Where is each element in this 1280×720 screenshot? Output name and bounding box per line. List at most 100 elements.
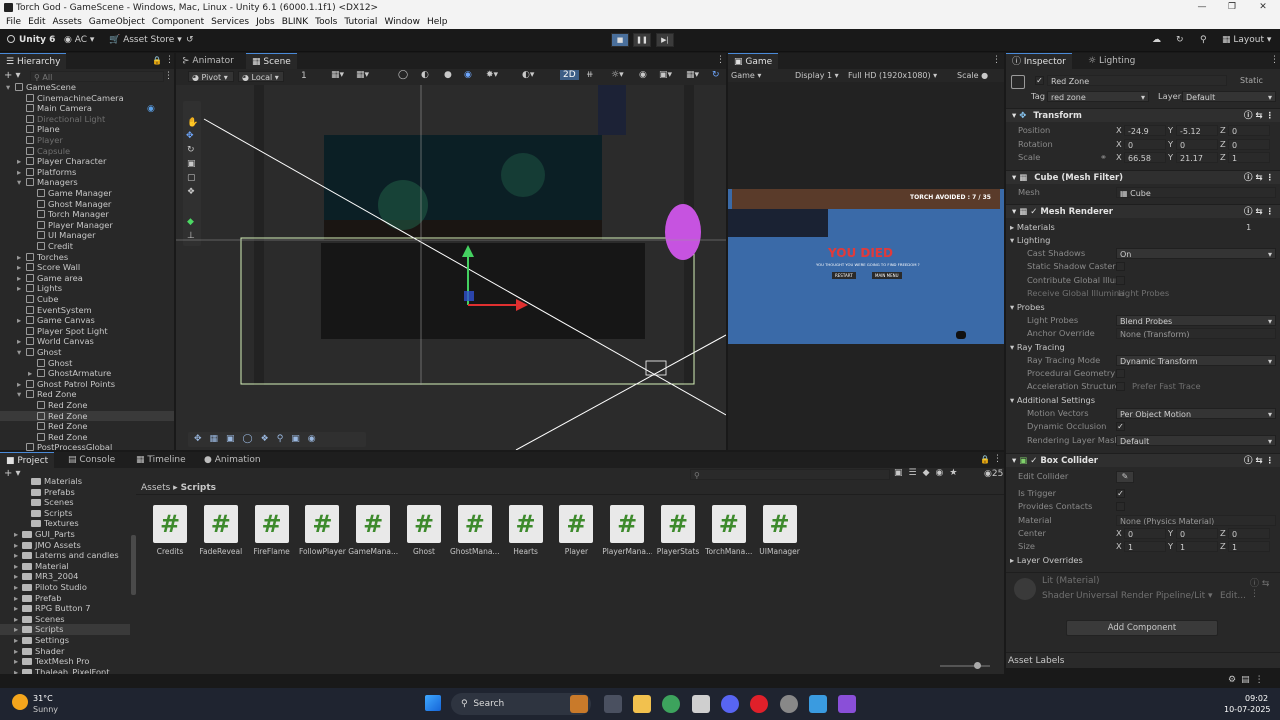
- folder-item[interactable]: ▸ Piloto Studio: [0, 582, 130, 593]
- weather-icon[interactable]: [12, 694, 28, 710]
- folder-scrollbar[interactable]: [131, 535, 136, 595]
- resolution-dropdown[interactable]: Full HD (1920x1080) ▾: [848, 69, 937, 82]
- camera-visibility-icon[interactable]: ◉: [147, 104, 155, 114]
- scale-x-input[interactable]: 66.58: [1124, 152, 1166, 163]
- foldout-arrow-icon[interactable]: ▸: [17, 156, 26, 167]
- panel-menu-icon[interactable]: ⋮: [1270, 55, 1279, 65]
- foldout-arrow-icon[interactable]: ▾: [17, 347, 26, 358]
- chrome-icon[interactable]: [662, 695, 680, 713]
- start-button[interactable]: [425, 695, 441, 711]
- tag-dropdown[interactable]: red zone ▾: [1047, 91, 1149, 102]
- hierarchy-item[interactable]: ▾ Red Zone: [0, 389, 174, 400]
- search-icon[interactable]: ⚲: [1200, 35, 1207, 45]
- foldout-arrow-icon[interactable]: ▸: [17, 273, 26, 284]
- project-search-input[interactable]: ⚲: [690, 469, 890, 480]
- foldout-arrow-icon[interactable]: ▸: [17, 379, 26, 390]
- folder-item[interactable]: Textures: [0, 518, 130, 529]
- hierarchy-item[interactable]: Player Spot Light: [0, 326, 174, 337]
- script-asset[interactable]: # Player: [551, 505, 601, 556]
- size-x-input[interactable]: 1: [1124, 541, 1166, 552]
- transform-header[interactable]: ▾ ✥ Transform ⓘ ⇆ ⋮: [1006, 108, 1280, 122]
- scale-z-input[interactable]: 1: [1228, 152, 1270, 163]
- tab-timeline[interactable]: ▦ Timeline: [130, 452, 192, 468]
- foldout-arrow-icon[interactable]: ▸: [17, 336, 26, 347]
- folder-item[interactable]: ▸ Settings: [0, 635, 130, 646]
- hierarchy-item[interactable]: Plane: [0, 124, 174, 135]
- folder-item[interactable]: ▸ Prefab: [0, 593, 130, 604]
- grid-icon[interactable]: ▦▾: [331, 70, 344, 80]
- foldout-arrow-icon[interactable]: ▸: [17, 252, 26, 263]
- script-asset[interactable]: # FireFlame: [247, 505, 297, 556]
- active-checkbox[interactable]: ✓: [1035, 76, 1044, 85]
- asset-store-button[interactable]: 🛒 Asset Store ▾: [109, 35, 182, 45]
- scale-slider[interactable]: Scale ●: [957, 69, 988, 82]
- game-viewport[interactable]: TORCH AVOIDED : 7 / 35 YOU DIED YOU THOU…: [728, 189, 1004, 344]
- folder-item[interactable]: ▸ Scripts: [0, 624, 130, 635]
- foldout-arrow-icon[interactable]: ▸: [17, 283, 26, 294]
- foldout-arrow-icon[interactable]: ▾: [17, 177, 26, 188]
- unity-account-button[interactable]: Unity 6: [7, 35, 55, 45]
- foldout-arrow-icon[interactable]: ▾: [6, 82, 15, 93]
- panel-menu-icon[interactable]: ⋮: [993, 454, 1002, 464]
- account-dropdown[interactable]: ◉ AC ▾: [64, 35, 94, 45]
- folder-item[interactable]: ▸ TextMesh Pro: [0, 656, 130, 667]
- global-orbit-icon[interactable]: ◯: [398, 70, 408, 80]
- hierarchy-item[interactable]: ▸ Game Canvas: [0, 315, 174, 326]
- foldout-arrow-icon[interactable]: ▸: [14, 624, 22, 635]
- procedural-checkbox[interactable]: [1116, 369, 1125, 378]
- hierarchy-item[interactable]: ▾ GameScene: [0, 82, 174, 93]
- foldout-arrow-icon[interactable]: ▸: [14, 603, 22, 614]
- hierarchy-item[interactable]: Torch Manager: [0, 209, 174, 220]
- folder-item[interactable]: ▸ MR3_2004: [0, 571, 130, 582]
- status-icons[interactable]: ⚙▤⋮: [1228, 675, 1269, 685]
- cloud-icon[interactable]: ☁: [1152, 35, 1161, 45]
- local-dropdown[interactable]: ◕ Local ▾: [238, 71, 284, 82]
- hierarchy-item[interactable]: ▸ Platforms: [0, 167, 174, 178]
- hierarchy-item[interactable]: Ghost Manager: [0, 199, 174, 210]
- hierarchy-item[interactable]: Capsule: [0, 146, 174, 157]
- task-view-icon[interactable]: [604, 695, 622, 713]
- snap-increment[interactable]: 1: [301, 71, 307, 81]
- folder-item[interactable]: ▸ GUI_Parts: [0, 529, 130, 540]
- menu-help[interactable]: Help: [426, 17, 449, 27]
- app-icon[interactable]: [570, 695, 588, 713]
- hierarchy-item[interactable]: ▸ Player Character: [0, 156, 174, 167]
- rotation-z-input[interactable]: 0: [1228, 138, 1270, 150]
- hierarchy-item[interactable]: CinemachineCamera: [0, 93, 174, 104]
- tilemap-icon[interactable]: ✥▦▣◯❖⚲▣◉: [194, 434, 324, 444]
- draw-mode-icon[interactable]: ◐▾: [522, 70, 534, 80]
- mode-2d-toggle[interactable]: 2D: [560, 70, 579, 80]
- restart-button[interactable]: RESTART: [832, 272, 856, 279]
- discord-icon[interactable]: [721, 695, 739, 713]
- filter-icons[interactable]: ▣☰◆◉★: [894, 468, 963, 478]
- hierarchy-item[interactable]: ▸ Ghost Patrol Points: [0, 379, 174, 390]
- display-dropdown[interactable]: Display 1 ▾: [795, 69, 839, 82]
- breadcrumb-assets[interactable]: Assets: [141, 483, 170, 493]
- hierarchy-item[interactable]: ▸ Torches: [0, 252, 174, 263]
- panel-menu-icon[interactable]: ⋮: [992, 55, 1001, 65]
- shader-dropdown[interactable]: Universal Render Pipeline/Lit ▾: [1076, 591, 1213, 601]
- hierarchy-item[interactable]: Red Zone: [0, 432, 174, 443]
- script-asset[interactable]: # FollowPlayer: [297, 505, 347, 556]
- lock-icon[interactable]: 🔒: [152, 56, 162, 65]
- wireframe-icon[interactable]: ◉: [464, 70, 472, 80]
- menu-assets[interactable]: Assets: [52, 17, 83, 27]
- scene-viewport[interactable]: [176, 85, 726, 450]
- is-trigger-checkbox[interactable]: ✓: [1116, 489, 1125, 498]
- close-button[interactable]: ✕: [1247, 0, 1279, 15]
- script-asset[interactable]: # Ghost: [399, 505, 449, 556]
- game-mode-dropdown[interactable]: Game ▾: [731, 69, 761, 82]
- plane-handle[interactable]: [464, 291, 474, 301]
- enabled-checkbox[interactable]: ✓: [1030, 207, 1040, 217]
- center-x-input[interactable]: 0: [1124, 528, 1166, 539]
- menu-services[interactable]: Services: [210, 17, 250, 27]
- ray-tracing-foldout[interactable]: ▾ Ray Tracing: [1010, 341, 1065, 354]
- menu-gameobject[interactable]: GameObject: [88, 17, 146, 27]
- folder-item[interactable]: ▸ Laterns and candles: [0, 550, 130, 561]
- folder-item[interactable]: ▸ Shader: [0, 646, 130, 657]
- size-y-input[interactable]: 1: [1176, 541, 1218, 552]
- foldout-arrow-icon[interactable]: ▸: [14, 550, 22, 561]
- component-menu-icon[interactable]: ⓘ ⇆ ⋮: [1244, 454, 1274, 468]
- script-asset[interactable]: # TorchMana...: [704, 505, 754, 556]
- position-x-input[interactable]: -24.9: [1124, 125, 1166, 136]
